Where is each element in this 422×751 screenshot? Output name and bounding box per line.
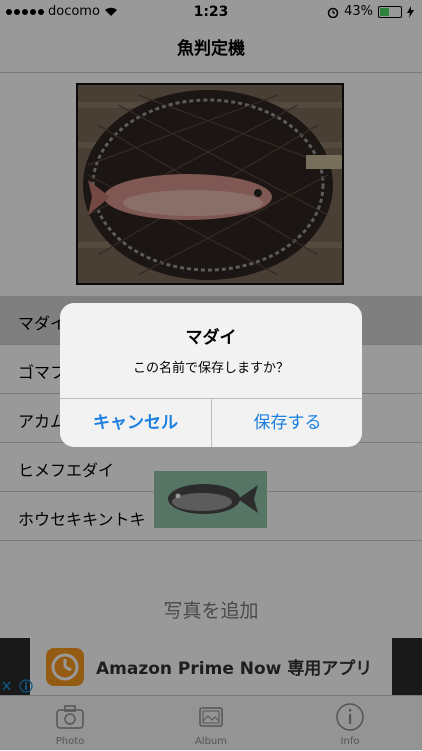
save-button[interactable]: 保存する (212, 399, 362, 447)
cancel-button[interactable]: キャンセル (60, 399, 211, 447)
save-alert: マダイ この名前で保存しますか？ キャンセル 保存する (60, 303, 362, 447)
alert-title: マダイ (185, 328, 237, 348)
alert-message: この名前で保存しますか？ (132, 361, 289, 376)
